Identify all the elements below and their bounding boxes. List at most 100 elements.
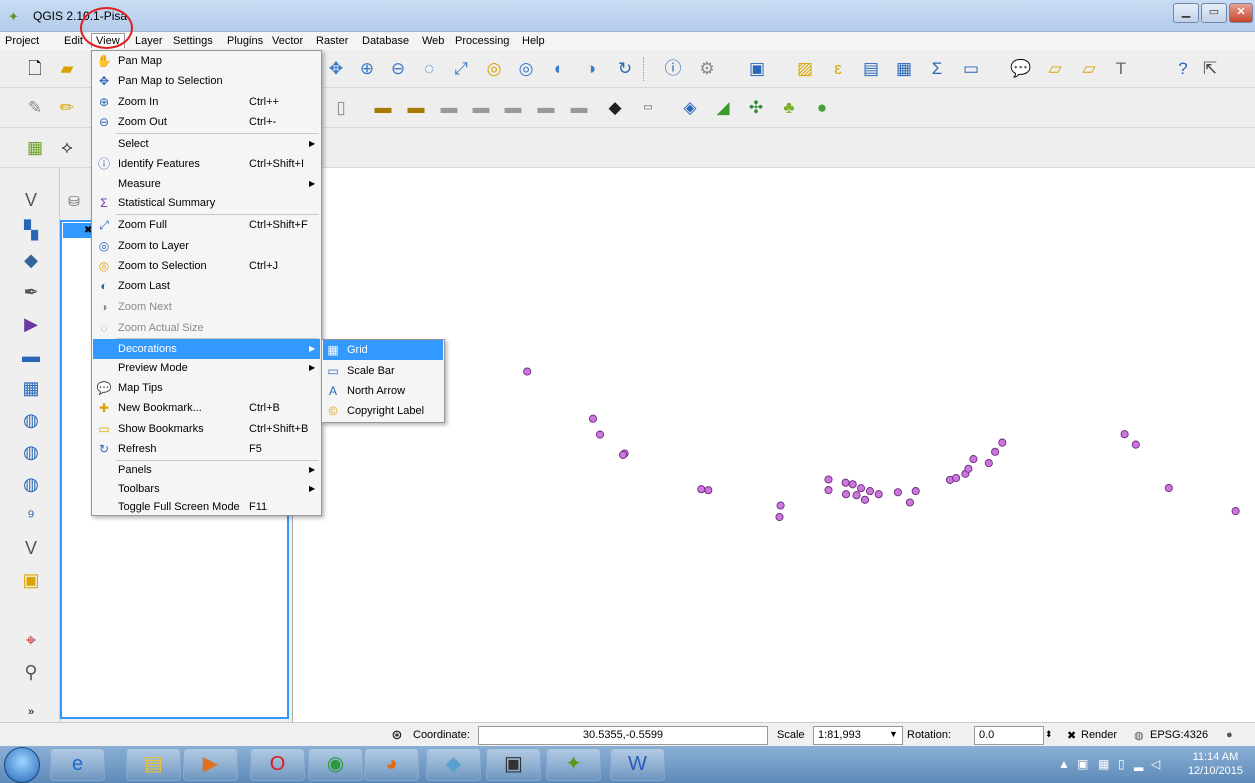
help-icon[interactable]: ? bbox=[1172, 58, 1194, 80]
add-wms-icon[interactable]: ▦ bbox=[19, 376, 43, 400]
menu-item-select[interactable]: Select ▶ bbox=[93, 134, 320, 154]
add-group-icon[interactable]: ⚲ bbox=[19, 660, 43, 684]
menu-processing[interactable]: Processing bbox=[455, 35, 509, 47]
whats-this-icon[interactable]: ⇱ bbox=[1199, 58, 1221, 80]
label-rotate-icon[interactable]: ▬ bbox=[502, 97, 524, 119]
submenu-item-grid[interactable]: ▦ Grid bbox=[323, 340, 443, 360]
rotation-field[interactable]: 0.0 bbox=[974, 726, 1044, 745]
calculator-icon[interactable]: ▣ bbox=[486, 748, 541, 781]
menu-item-zoom-in[interactable]: ⊕ Zoom In Ctrl++ bbox=[93, 92, 320, 112]
menu-item-zoom-last[interactable]: ◐ Zoom Last bbox=[93, 276, 320, 296]
coordinate-toggle-icon[interactable]: ⊛ bbox=[386, 724, 408, 746]
menu-raster[interactable]: Raster bbox=[316, 35, 348, 47]
pan-tool-icon[interactable]: ✥ bbox=[325, 58, 347, 80]
add-oracle-icon[interactable]: ▬ bbox=[19, 344, 43, 368]
deselect-tool-icon[interactable]: ▨ bbox=[794, 58, 816, 80]
new-shapefile-icon[interactable]: V bbox=[19, 536, 43, 560]
zoom-actual-tool-icon[interactable]: ◌ bbox=[418, 58, 440, 80]
menu-item-zoom-to-selection[interactable]: ◎ Zoom to Selection Ctrl+J bbox=[93, 256, 320, 276]
menu-layer[interactable]: Layer bbox=[135, 35, 163, 47]
plugin-arrows-icon[interactable]: ✣ bbox=[745, 97, 767, 119]
menu-web[interactable]: Web bbox=[422, 35, 444, 47]
layer-checkbox[interactable]: ✖ bbox=[63, 223, 94, 238]
chrome-icon[interactable]: ◉ bbox=[308, 748, 363, 781]
tray-network-icon[interactable]: ▦ bbox=[1098, 757, 1109, 771]
menu-settings[interactable]: Settings bbox=[173, 35, 213, 47]
menu-project[interactable]: Project bbox=[5, 35, 39, 47]
zoom-selection-tool-icon[interactable]: ◎ bbox=[483, 58, 505, 80]
firefox-icon[interactable]: ◕ bbox=[364, 748, 419, 781]
tray-signal-icon[interactable]: ▂ bbox=[1134, 757, 1143, 771]
plugin-leaf-icon[interactable]: ♣ bbox=[778, 97, 800, 119]
render-checkbox-icon[interactable]: ✖ bbox=[1067, 729, 1076, 742]
more-tools-icon[interactable]: » bbox=[19, 700, 43, 724]
browser-icon[interactable]: ▦ bbox=[24, 137, 46, 159]
edit-pencil-icon[interactable]: ✏ bbox=[56, 97, 78, 119]
add-raster-layer-icon[interactable]: ▚ bbox=[19, 218, 43, 242]
menu-item-panels[interactable]: Panels ▶ bbox=[93, 460, 320, 480]
layer-panel-tools-icon[interactable]: ⛁ bbox=[63, 190, 85, 212]
zoom-layer-tool-icon[interactable]: ◎ bbox=[515, 58, 537, 80]
digitize-icon[interactable]: ✎ bbox=[24, 97, 46, 119]
explorer-icon[interactable]: ▤ bbox=[126, 748, 181, 781]
crs-label[interactable]: EPSG:4326 bbox=[1150, 729, 1208, 741]
capture-point-icon[interactable]: ⌖ bbox=[19, 628, 43, 652]
add-gpx-icon[interactable]: ▣ bbox=[19, 568, 43, 592]
menu-plugins[interactable]: Plugins bbox=[227, 35, 263, 47]
menu-edit[interactable]: Edit bbox=[64, 35, 83, 47]
attribute-table-icon[interactable]: ▤ bbox=[860, 58, 882, 80]
gps-icon[interactable]: ⟡ bbox=[56, 137, 78, 159]
label-show-icon[interactable]: ▬ bbox=[438, 97, 460, 119]
media-player-icon[interactable]: ▶ bbox=[183, 748, 238, 781]
menu-item-full-screen[interactable]: Toggle Full Screen Mode F11 bbox=[93, 497, 320, 517]
rotation-spinner-icon[interactable]: ⬍ bbox=[1045, 729, 1053, 740]
action-tool-icon[interactable]: ⚙ bbox=[696, 58, 718, 80]
menu-item-preview-mode[interactable]: Preview Mode ▶ bbox=[93, 358, 320, 378]
field-calculator-icon[interactable]: ▦ bbox=[893, 58, 915, 80]
menu-item-refresh[interactable]: ↻ Refresh F5 bbox=[93, 439, 320, 459]
tray-volume-icon[interactable]: ◁ bbox=[1151, 757, 1160, 771]
zoom-next-tool-icon[interactable]: ◑ bbox=[580, 58, 602, 80]
submenu-item-scale-bar[interactable]: ▭ Scale Bar bbox=[323, 361, 443, 381]
select-tool-icon[interactable]: ▣ bbox=[746, 58, 768, 80]
statistics-icon[interactable]: Σ bbox=[926, 58, 948, 80]
start-button[interactable] bbox=[4, 747, 40, 783]
tray-expand-icon[interactable]: ▲ bbox=[1058, 757, 1070, 771]
text-annotation-icon[interactable]: T bbox=[1110, 58, 1132, 80]
plugin-green-icon[interactable]: ◢ bbox=[712, 97, 734, 119]
menu-item-toolbars[interactable]: Toolbars ▶ bbox=[93, 479, 320, 499]
tray-clock[interactable]: 11:14 AM 12/10/2015 bbox=[1188, 750, 1243, 778]
add-wfs-icon[interactable]: ◍ bbox=[19, 440, 43, 464]
label-properties-icon[interactable]: ▬ bbox=[568, 97, 590, 119]
new-project-icon[interactable]: 🗋 bbox=[24, 58, 46, 80]
scale-dropdown-icon[interactable]: ▼ bbox=[889, 729, 898, 739]
menu-item-show-bookmarks[interactable]: ▭ Show Bookmarks Ctrl+Shift+B bbox=[93, 419, 320, 439]
submenu-item-north-arrow[interactable]: A North Arrow bbox=[323, 381, 443, 401]
maximize-button[interactable]: ▭ bbox=[1201, 3, 1227, 23]
csw-icon[interactable]: ▭ bbox=[637, 97, 659, 119]
tray-battery-icon[interactable]: ▯ bbox=[1118, 757, 1125, 771]
coordinate-field[interactable]: 30.5355,-0.5599 bbox=[478, 726, 768, 745]
submenu-item-copyright-label[interactable]: © Copyright Label bbox=[323, 401, 443, 421]
map-tips-tool-icon[interactable]: 💬 bbox=[1010, 58, 1032, 80]
opera-icon[interactable]: O bbox=[250, 748, 305, 781]
menu-item-pan-map[interactable]: ✋ Pan Map bbox=[93, 51, 320, 71]
menu-item-map-tips[interactable]: 💬 Map Tips bbox=[93, 378, 320, 398]
measure-icon[interactable]: ▭ bbox=[960, 58, 982, 80]
menu-database[interactable]: Database bbox=[362, 35, 409, 47]
paste-icon[interactable]: ▯ bbox=[330, 97, 352, 119]
open-project-icon[interactable]: ▰ bbox=[56, 58, 78, 80]
add-vector-layer-icon[interactable]: V bbox=[19, 188, 43, 212]
menu-help[interactable]: Help bbox=[522, 35, 545, 47]
menu-item-identify[interactable]: ⓘ Identify Features Ctrl+Shift+I bbox=[93, 154, 320, 174]
add-delimited-icon[interactable]: ◍ bbox=[19, 472, 43, 496]
menu-item-statistical-summary[interactable]: Σ Statistical Summary bbox=[93, 193, 320, 213]
tray-app-icon[interactable]: ▣ bbox=[1077, 757, 1088, 771]
label-change-icon[interactable]: ▬ bbox=[535, 97, 557, 119]
map-canvas[interactable] bbox=[292, 168, 1255, 722]
menu-item-measure[interactable]: Measure ▶ bbox=[93, 174, 320, 194]
select-expression-icon[interactable]: ε bbox=[827, 58, 849, 80]
close-button[interactable]: ✕ bbox=[1229, 3, 1253, 23]
menu-item-zoom-full[interactable]: ⤢ Zoom Full Ctrl+Shift+F bbox=[93, 215, 320, 235]
label-move-icon[interactable]: ▬ bbox=[470, 97, 492, 119]
